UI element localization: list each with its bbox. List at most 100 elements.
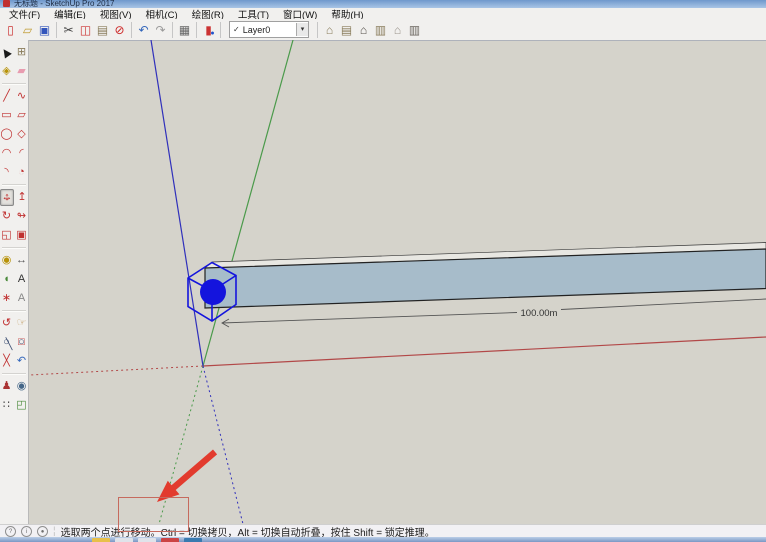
right-view-button[interactable]: ▥ [372,21,389,38]
rotated-rectangle-tool[interactable]: ▱ [15,108,28,123]
follow-me-tool[interactable]: ↬ [15,209,28,224]
undo-button[interactable]: ↶ [135,21,152,38]
layer-selector-value: Layer0 [243,25,296,35]
redo-button[interactable]: ↷ [152,21,169,38]
scale-tool[interactable]: ◱ [0,228,13,243]
position-camera-tool[interactable]: ♟ [0,379,13,394]
line-icon: ╱ [3,90,10,103]
taskbar-app-3[interactable] [138,538,156,542]
left-view-button[interactable]: ▥ [406,21,423,38]
windows-taskbar[interactable] [0,537,766,542]
offset-tool[interactable]: ▣ [15,228,28,243]
axes-icon: ∗ [2,292,11,305]
orbit-tool[interactable]: ↺ [0,316,13,331]
status-divider: ¦ [53,526,56,537]
arc-tool[interactable]: ◠ [0,146,13,161]
dimension-label: 100.00m [521,308,558,319]
previous-view-tool[interactable]: ↶ [15,354,28,369]
eraser-tool[interactable]: ▰ [15,64,28,79]
look-around-icon: ◉ [17,380,27,393]
eraser-icon: ▰ [17,65,25,78]
taskbar-app-1[interactable] [92,538,110,542]
annotation-highlight-box [118,497,189,532]
text-tool[interactable]: A [15,272,28,287]
dimension-icon: ↔ [16,254,27,267]
iso-view-button[interactable]: ⌂ [321,21,338,38]
selected-endpoint[interactable] [200,279,226,305]
palette-row: ○╲□○ [0,333,28,352]
palette-row: ▭▱ [0,106,28,125]
zoom-extents-tool[interactable]: ╳ [0,354,13,369]
icon-overlay: ╲ [3,338,16,353]
pie-tool[interactable]: ◔ [15,165,28,180]
layer-check-icon: ✓ [233,25,240,34]
paste-button[interactable]: ▤ [94,21,111,38]
paint-bucket-icon: ◈ [2,65,10,78]
tape-measure-tool[interactable]: ◉ [0,253,13,268]
polygon-tool[interactable]: ◇ [15,127,28,142]
section-plane-tool[interactable]: ◰ [15,398,28,413]
save-button[interactable]: ▣ [36,21,53,38]
layer-selector[interactable]: ✓ Layer0 ▾ [229,21,309,38]
palette-row: ↻↬ [0,207,28,226]
3d-text-icon: A [18,292,25,305]
3d-text-tool[interactable]: A [15,291,28,306]
print-button[interactable]: ▦ [176,21,193,38]
delete-button[interactable]: ⊘ [111,21,128,38]
rotate-icon: ↻ [2,210,11,223]
cut-icon: ✂ [63,23,73,37]
back-view-button[interactable]: ⌂ [389,21,406,38]
circle-tool[interactable]: ◯ [0,127,13,142]
left-view-icon: ▥ [409,23,420,37]
circle-icon: ◯ [0,128,12,141]
make-component-tool[interactable]: ⊞ [15,45,28,60]
model-info-button[interactable]: ▮● [200,21,217,38]
freehand-icon: ∿ [17,90,26,103]
rotated-rectangle-icon: ▱ [17,109,25,122]
toolbar-views-group: ⌂▤⌂▥⌂▥ [321,21,423,38]
zoom-tool[interactable]: ○╲ [0,335,13,350]
palette-row: ∗A [0,289,28,308]
top-view-button[interactable]: ▤ [338,21,355,38]
toolbar-separator [172,22,173,38]
status-help-icon[interactable]: ? [5,526,16,537]
pan-tool[interactable]: ☞ [15,316,28,331]
palette-row: ◉↔ [0,251,28,270]
cut-button[interactable]: ✂ [60,21,77,38]
look-around-tool[interactable]: ◉ [15,379,28,394]
select-tool[interactable]: ▶ [0,45,13,60]
layer-dropdown-button[interactable]: ▾ [296,23,308,36]
zoom-window-tool[interactable]: □○ [15,335,28,350]
status-user-icon[interactable]: ● [37,526,48,537]
toolbar-separator [131,22,132,38]
palette-row: ◱▣ [0,226,28,245]
status-info-icon[interactable]: i [21,526,32,537]
taskbar-app-4[interactable] [161,538,179,542]
open-button[interactable]: ▱ [19,21,36,38]
copy-button[interactable]: ◫ [77,21,94,38]
paste-icon: ▤ [97,23,108,37]
three-point-arc-tool[interactable]: ◝ [0,165,13,180]
move-tool[interactable]: ↔↕ [0,189,14,206]
new-button[interactable]: ▯ [2,21,19,38]
drawing-canvas[interactable]: 100.00m [30,40,766,524]
protractor-tool[interactable]: ◖ [0,272,13,287]
rotate-tool[interactable]: ↻ [0,209,13,224]
taskbar-app-2[interactable] [115,538,133,542]
rectangle-tool[interactable]: ▭ [0,108,13,123]
paint-bucket-tool[interactable]: ◈ [0,64,13,79]
front-view-button[interactable]: ⌂ [355,21,372,38]
taskbar-app-5[interactable] [184,538,202,542]
push-pull-tool[interactable]: ↥ [16,190,28,205]
text-icon: A [18,273,25,286]
freehand-tool[interactable]: ∿ [15,89,28,104]
dimension-tool[interactable]: ↔ [15,253,28,268]
axes-tool[interactable]: ∗ [0,291,13,306]
walk-tool[interactable]: ∷ [0,398,13,413]
status-bar: ? i ● ¦ 选取两个点进行移动。Ctrl = 切换拷贝，Alt = 切换自动… [0,524,766,538]
line-tool[interactable]: ╱ [0,89,13,104]
save-icon: ▣ [39,23,50,37]
two-point-arc-tool[interactable]: ◜ [15,146,28,161]
three-point-arc-icon: ◝ [4,166,8,179]
scale-icon: ◱ [1,229,11,242]
